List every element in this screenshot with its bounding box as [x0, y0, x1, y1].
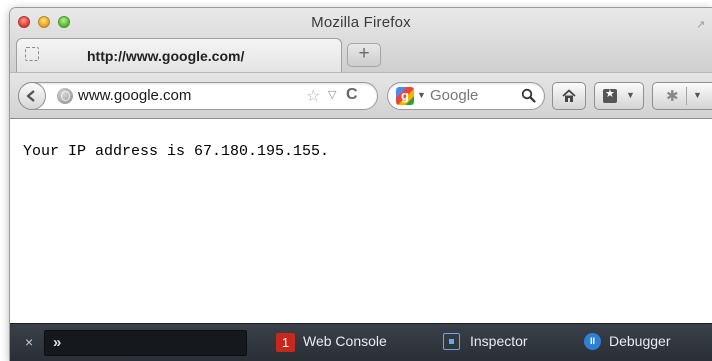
- debugger-label: Debugger: [609, 333, 671, 349]
- back-arrow-icon: [26, 90, 35, 102]
- command-line-input[interactable]: »: [44, 330, 247, 356]
- browser-window: Mozilla Firefox ↗ http://www.google.com/…: [10, 8, 712, 361]
- star-icon[interactable]: ☆: [306, 86, 320, 106]
- dropdown-arrow-icon[interactable]: ▽: [328, 88, 336, 101]
- new-tab-button[interactable]: +: [347, 43, 381, 67]
- titlebar: Mozilla Firefox ↗: [10, 8, 712, 36]
- navigation-toolbar: www.google.com ☆ ▽ C g ▼ Google ▼ ✱: [10, 72, 712, 119]
- search-icon[interactable]: [521, 88, 536, 103]
- search-bar[interactable]: g ▼ Google: [387, 82, 545, 110]
- inspector-icon: [443, 333, 460, 350]
- reload-icon[interactable]: C: [346, 86, 358, 104]
- bookmarks-button[interactable]: ▼: [594, 82, 644, 110]
- debugger-icon: II: [584, 333, 601, 350]
- dropdown-arrow-icon: ▼: [693, 90, 702, 100]
- placeholder-favicon-icon: [25, 47, 39, 61]
- inspector-label: Inspector: [470, 333, 528, 349]
- addon-icon: ✱: [666, 88, 679, 105]
- addon-button[interactable]: ✱ ▼: [652, 82, 712, 110]
- dropdown-arrow-icon: ▼: [626, 90, 635, 100]
- home-button[interactable]: [552, 82, 586, 110]
- web-console-label: Web Console: [303, 333, 387, 349]
- search-engine-label: Google: [430, 87, 479, 104]
- plus-icon: +: [358, 43, 370, 64]
- page-content: Your IP address is 67.180.195.155.: [10, 119, 712, 323]
- bookmarks-icon: [603, 87, 617, 103]
- close-icon[interactable]: ×: [25, 334, 33, 350]
- dropdown-arrow-icon[interactable]: ▼: [417, 90, 426, 100]
- tab-active[interactable]: http://www.google.com/: [16, 38, 342, 72]
- google-icon[interactable]: g: [396, 87, 414, 105]
- error-badge-icon: 1: [276, 333, 295, 352]
- developer-toolbar: × » 1 Web Console Inspector II Debugger: [10, 323, 712, 361]
- fullscreen-icon[interactable]: ↗: [696, 18, 708, 31]
- back-button[interactable]: [18, 82, 46, 110]
- window-title: Mozilla Firefox: [311, 14, 411, 31]
- url-text[interactable]: www.google.com: [78, 87, 191, 104]
- window-chrome: Mozilla Firefox ↗ http://www.google.com/…: [10, 8, 712, 72]
- ip-address-text: Your IP address is 67.180.195.155.: [23, 143, 330, 160]
- button-divider: [686, 87, 687, 105]
- url-bar[interactable]: www.google.com ☆ ▽ C: [18, 82, 378, 110]
- chevron-right-icon: »: [53, 334, 62, 351]
- site-identity-icon[interactable]: [57, 88, 73, 104]
- tab-label: http://www.google.com/: [87, 48, 245, 64]
- home-icon: [562, 89, 576, 102]
